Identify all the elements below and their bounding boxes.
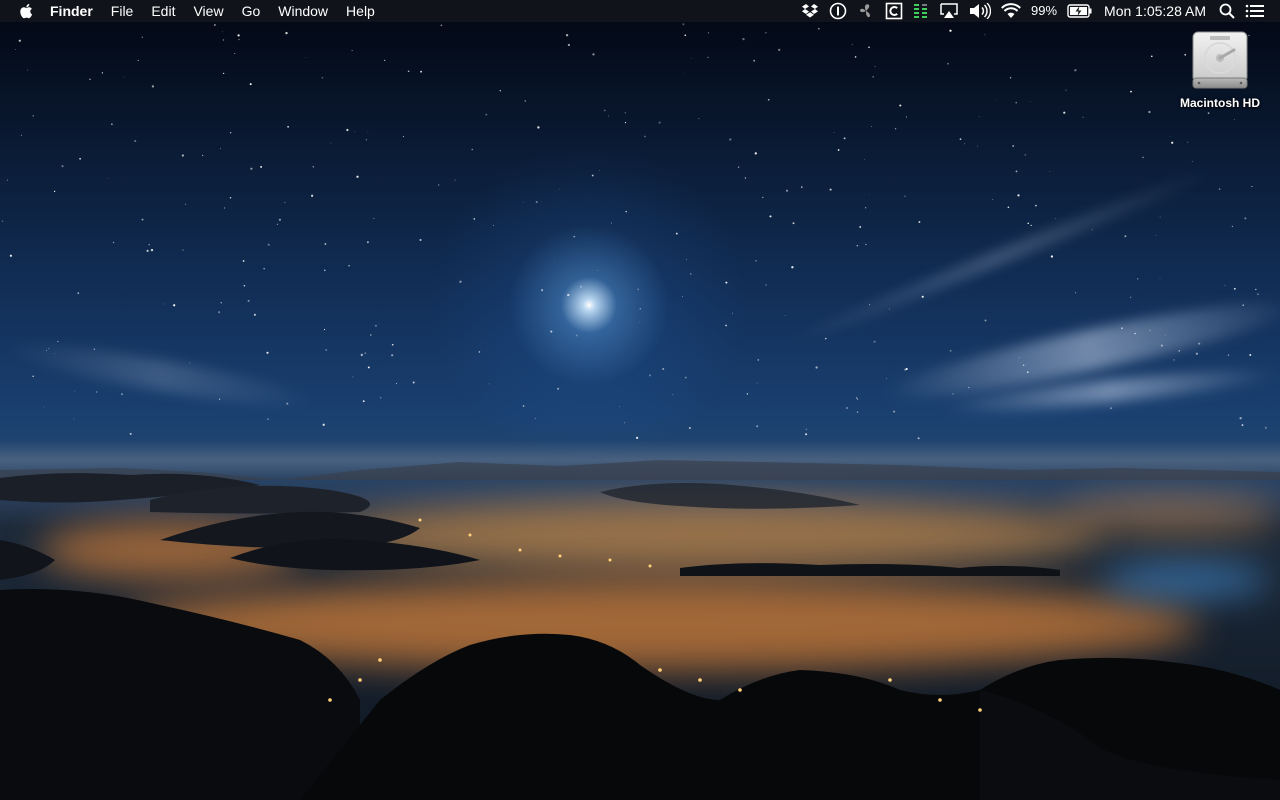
- menu-bar-clock[interactable]: Mon 1:05:28 AM: [1098, 0, 1214, 22]
- menu-window[interactable]: Window: [269, 0, 337, 22]
- wallpaper-landscape: [0, 460, 1280, 800]
- menu-bar-right: 99% Mon 1:05:28 AM: [796, 0, 1270, 22]
- spotlight-search-icon[interactable]: [1214, 0, 1240, 22]
- menu-view[interactable]: View: [184, 0, 232, 22]
- apple-logo-icon[interactable]: [16, 3, 36, 19]
- activity-bars-icon[interactable]: [908, 0, 934, 22]
- desktop-icon-macintosh-hd[interactable]: Macintosh HD: [1172, 30, 1268, 110]
- menu-edit[interactable]: Edit: [142, 0, 184, 22]
- notification-center-icon[interactable]: [1240, 0, 1270, 22]
- hard-drive-icon: [1192, 31, 1248, 89]
- airplay-icon[interactable]: [934, 0, 964, 22]
- 1password-icon[interactable]: [824, 0, 852, 22]
- battery-percent[interactable]: 99%: [1026, 0, 1062, 22]
- menu-bar: Finder File Edit View Go Window Help 99%…: [0, 0, 1280, 22]
- dropbox-icon[interactable]: [796, 0, 824, 22]
- menu-go[interactable]: Go: [233, 0, 270, 22]
- volume-icon[interactable]: [964, 0, 996, 22]
- fan-icon[interactable]: [852, 0, 880, 22]
- clipboard-c-icon[interactable]: [880, 0, 908, 22]
- menu-bar-left: Finder File Edit View Go Window Help: [16, 0, 384, 22]
- desktop-icon-label: Macintosh HD: [1179, 96, 1260, 110]
- menu-file[interactable]: File: [102, 0, 143, 22]
- menu-app-finder[interactable]: Finder: [36, 0, 102, 22]
- menu-help[interactable]: Help: [337, 0, 384, 22]
- battery-charging-icon[interactable]: [1062, 0, 1098, 22]
- wifi-icon[interactable]: [996, 0, 1026, 22]
